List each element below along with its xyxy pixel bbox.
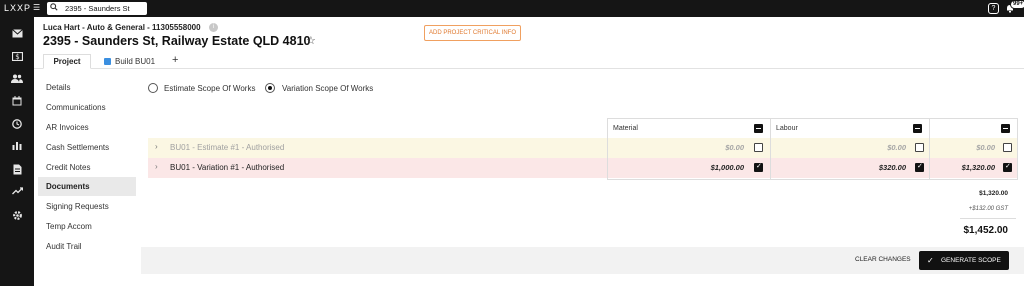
- column-header-labour: Labour: [770, 118, 929, 138]
- column-divider: [607, 138, 608, 180]
- total-amount: $0.00: [976, 143, 995, 152]
- table-row[interactable]: › BU01 - Variation #1 - Authorised $1,00…: [148, 158, 1018, 178]
- column-divider: [770, 138, 771, 180]
- tab-project[interactable]: Project: [43, 54, 91, 69]
- document-icon[interactable]: [11, 164, 23, 176]
- material-checkbox[interactable]: [754, 143, 763, 152]
- info-icon[interactable]: i: [209, 23, 218, 32]
- tab-build[interactable]: Build BU01: [104, 55, 155, 68]
- svg-text:$: $: [15, 53, 19, 61]
- generate-scope-label: GENERATE SCOPE: [941, 257, 1001, 264]
- nav-item-documents[interactable]: Documents: [38, 177, 136, 196]
- mail-icon[interactable]: [11, 29, 23, 41]
- clock-icon[interactable]: [11, 119, 23, 131]
- nav-item-temp-accom[interactable]: Temp Accom: [38, 217, 136, 236]
- add-critical-info-button[interactable]: ADD PROJECT CRITICAL INFO: [424, 25, 521, 41]
- search-value: 2395 - Saunders St: [65, 4, 130, 13]
- total-divider: [960, 218, 1016, 219]
- labour-checkbox[interactable]: [915, 143, 924, 152]
- estimate-scope-radio[interactable]: [148, 83, 158, 93]
- gst-value: +$132.00 GST: [968, 206, 1008, 212]
- nav-item-audit-trail[interactable]: Audit Trail: [38, 237, 136, 256]
- nav-item-signing-requests[interactable]: Signing Requests: [38, 197, 136, 216]
- bar-chart-icon[interactable]: [11, 141, 23, 153]
- labour-collapse-icon[interactable]: [913, 124, 922, 133]
- labour-checkbox[interactable]: [915, 162, 924, 172]
- users-icon[interactable]: [11, 74, 23, 86]
- star-icon[interactable]: ☆: [306, 34, 316, 47]
- total-checkbox[interactable]: [1003, 162, 1012, 172]
- search-icon: [50, 3, 58, 13]
- column-header-total: [929, 118, 1018, 138]
- page-title: 2395 - Saunders St, Railway Estate QLD 4…: [43, 34, 311, 48]
- labour-amount: $0.00: [887, 143, 906, 152]
- add-tab-button[interactable]: +: [172, 54, 178, 66]
- total-collapse-icon[interactable]: [1001, 124, 1010, 133]
- subtotal-value: $1,320.00: [979, 190, 1008, 197]
- nav-item-credit-notes[interactable]: Credit Notes: [38, 158, 136, 177]
- column-divider: [929, 138, 930, 180]
- build-color-icon: [104, 58, 111, 65]
- help-icon[interactable]: ?: [988, 3, 999, 14]
- row-label: BU01 - Estimate #1 - Authorised: [170, 143, 285, 152]
- calendar-icon[interactable]: [11, 96, 23, 108]
- column-divider: [1017, 138, 1018, 180]
- material-amount: $0.00: [725, 143, 744, 152]
- client-info: Luca Hart - Auto & General - 11305558000: [43, 23, 201, 32]
- total-amount: $1,320.00: [961, 163, 995, 172]
- total-checkbox[interactable]: [1003, 143, 1012, 152]
- chevron-right-icon[interactable]: ›: [155, 142, 158, 151]
- checkmark-icon: ✓: [927, 256, 934, 265]
- notification-badge: 99+: [1010, 0, 1024, 9]
- nav-item-ar-invoices[interactable]: AR Invoices: [38, 118, 136, 137]
- top-bar: LXXP ☰ 2395 - Saunders St ? 99+: [0, 0, 1024, 17]
- dollar-icon[interactable]: $: [11, 51, 23, 64]
- gear-icon[interactable]: [11, 210, 23, 222]
- material-checkbox[interactable]: [754, 162, 763, 172]
- material-amount: $1,000.00: [710, 163, 744, 172]
- clear-changes-button[interactable]: CLEAR CHANGES: [855, 256, 911, 263]
- tab-build-label: Build BU01: [115, 57, 156, 66]
- row-label: BU01 - Variation #1 - Authorised: [170, 163, 285, 172]
- generate-scope-button[interactable]: ✓ GENERATE SCOPE: [919, 251, 1009, 270]
- column-label-labour: Labour: [776, 125, 798, 132]
- trend-icon[interactable]: [11, 187, 23, 199]
- grand-total-value: $1,452.00: [963, 225, 1009, 236]
- app-logo: LXXP: [4, 3, 32, 13]
- left-rail: $: [0, 17, 34, 286]
- table-row[interactable]: › BU01 - Estimate #1 - Authorised $0.00 …: [148, 138, 1018, 158]
- labour-amount: $320.00: [878, 163, 906, 172]
- search-input[interactable]: 2395 - Saunders St: [47, 2, 147, 15]
- tabs-divider: [34, 68, 1024, 69]
- variation-scope-radio[interactable]: [265, 83, 275, 93]
- column-label-material: Material: [613, 125, 638, 132]
- nav-item-cash-settlements[interactable]: Cash Settlements: [38, 138, 136, 157]
- nav-item-details[interactable]: Details: [38, 78, 136, 97]
- chevron-right-icon[interactable]: ›: [155, 162, 158, 171]
- nav-item-communications[interactable]: Communications: [38, 98, 136, 117]
- menu-collapse-icon[interactable]: ☰: [33, 3, 40, 12]
- estimate-scope-label: Estimate Scope Of Works: [164, 84, 256, 93]
- column-header-material: Material: [607, 118, 770, 138]
- material-collapse-icon[interactable]: [754, 124, 763, 133]
- variation-scope-label: Variation Scope Of Works: [282, 84, 374, 93]
- table-bottom-border: [607, 179, 1018, 180]
